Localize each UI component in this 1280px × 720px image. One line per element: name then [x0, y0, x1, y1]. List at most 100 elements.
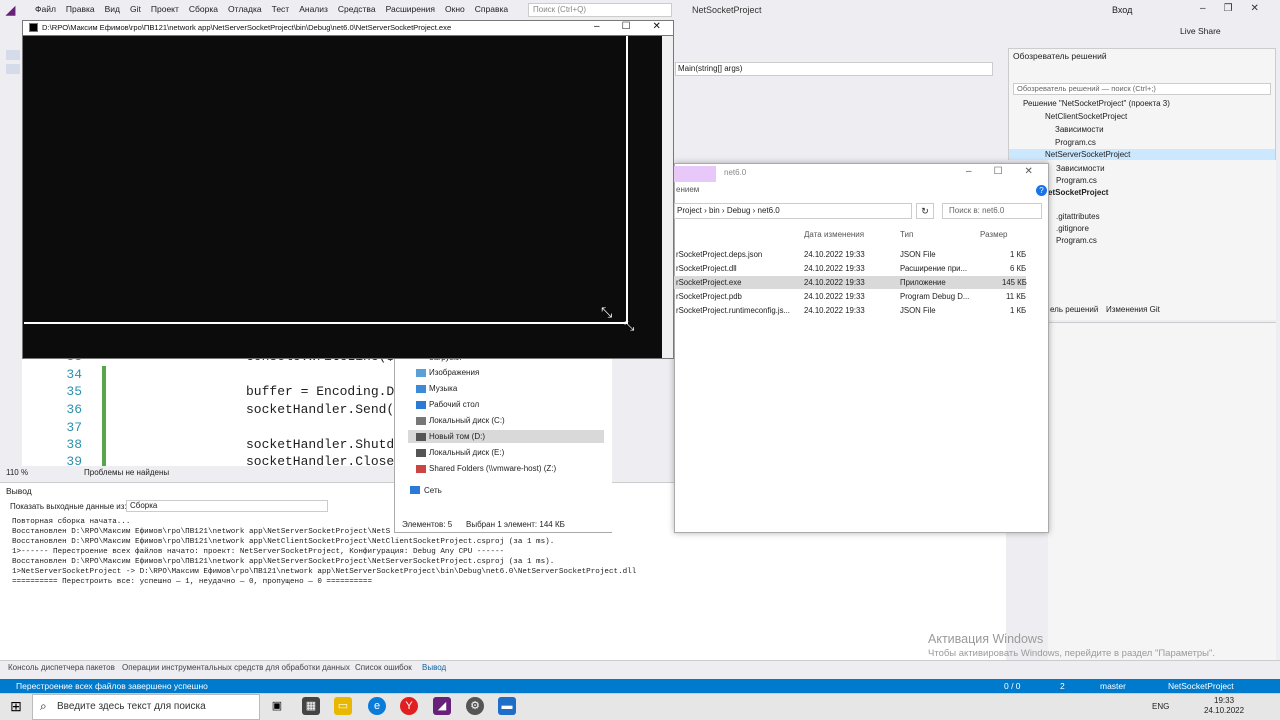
properties-panel [1048, 322, 1276, 662]
settings-app-icon[interactable]: ⚙ [466, 697, 484, 715]
menu-window[interactable]: Окно [440, 4, 470, 14]
crumb-bin[interactable]: bin [709, 206, 720, 215]
windows-start-icon[interactable]: ⊞ [0, 693, 32, 720]
nav-network[interactable]: Сеть [424, 486, 442, 495]
status-sync-count[interactable]: 0 / 0 [1004, 681, 1021, 691]
menu-debug[interactable]: Отладка [223, 4, 267, 14]
file-name[interactable]: rSocketProject.deps.json [676, 250, 762, 259]
close-icon[interactable]: ✕ [653, 21, 661, 32]
tree-item-program-cs-2[interactable]: Program.cs [1056, 176, 1097, 185]
nav-desktop[interactable]: Рабочий стол [429, 400, 479, 409]
tree-item-project[interactable]: etSocketProject [1048, 188, 1108, 197]
maximize-icon[interactable]: ☐ [622, 21, 631, 32]
tree-item-gitattributes[interactable]: .gitattributes [1056, 212, 1100, 221]
toolbox-tab[interactable] [6, 50, 20, 60]
output-source-select[interactable]: Сборка [126, 500, 328, 512]
close-icon[interactable]: ✕ [1025, 166, 1033, 177]
zoom-level[interactable]: 110 % [6, 468, 28, 477]
status-edits-count[interactable]: 2 [1060, 681, 1065, 691]
issues-indicator[interactable]: Проблемы не найдены [84, 468, 169, 477]
method-navigation-dropdown[interactable]: Main(string[] args) [675, 62, 993, 76]
help-icon[interactable]: ? [1036, 185, 1047, 196]
signin-link[interactable]: Вход [1112, 5, 1132, 15]
menu-tools[interactable]: Средства [333, 4, 381, 14]
menu-test[interactable]: Тест [267, 4, 295, 14]
close-icon[interactable]: ✕ [1251, 3, 1259, 14]
nav-drive-d[interactable]: Новый том (D:) [429, 432, 485, 441]
console-scrollbar[interactable] [662, 36, 673, 358]
task-view-icon[interactable]: ▣ [268, 697, 286, 715]
liveshare-button[interactable]: Live Share [1180, 26, 1221, 36]
tree-item-client-project[interactable]: NetClientSocketProject [1045, 112, 1127, 121]
status-branch[interactable]: master [1100, 681, 1126, 691]
status-message: Перестроение всех файлов завершено успеш… [16, 681, 208, 691]
yandex-icon[interactable]: Y [400, 697, 418, 715]
minimize-icon[interactable]: – [594, 21, 600, 32]
menu-file[interactable]: Файл [30, 4, 61, 14]
col-header-type[interactable]: Тип [900, 230, 913, 239]
address-bar[interactable]: Project › bin › Debug › net6.0 [674, 203, 912, 219]
solution-search-input[interactable]: Обозреватель решений — поиск (Ctrl+;) [1013, 83, 1271, 95]
nav-shared-folders[interactable]: Shared Folders (\\vmware-host) (Z:) [429, 464, 556, 473]
vs-search-input[interactable]: Поиск (Ctrl+Q) [528, 3, 672, 17]
code-line[interactable]: socketHandler.Send( [246, 402, 394, 417]
resize-arrows-icon: ⤡ [601, 304, 613, 320]
refresh-icon[interactable]: ↻ [916, 203, 934, 219]
ribbon-label[interactable]: ением [676, 185, 699, 194]
menu-help[interactable]: Справка [470, 4, 513, 14]
menu-git[interactable]: Git [125, 4, 146, 14]
tab-output[interactable]: Вывод [422, 663, 446, 672]
visual-studio-icon[interactable]: ◢ [433, 697, 451, 715]
explorer-search-input[interactable]: Поиск в: net6.0 [942, 203, 1042, 219]
code-line[interactable]: buffer = Encoding.D [246, 384, 394, 399]
code-line[interactable]: socketHandler.Shutd [246, 437, 394, 452]
tab-package-manager[interactable]: Консоль диспетчера пакетов [8, 663, 115, 672]
status-project[interactable]: NetSocketProject [1168, 681, 1234, 691]
tab-error-list[interactable]: Список ошибок [355, 663, 412, 672]
file-explorer-icon[interactable]: ▭ [334, 697, 352, 715]
file-name[interactable]: rSocketProject.runtimeconfig.js... [676, 306, 790, 315]
tree-item-solution[interactable]: Решение "NetSocketProject" (проекта 3) [1023, 99, 1170, 108]
drive-icon [416, 449, 426, 457]
edge-icon[interactable]: e [368, 697, 386, 715]
minimize-icon[interactable]: – [1200, 3, 1206, 14]
maximize-icon[interactable]: ☐ [994, 166, 1003, 177]
tree-item-dependencies[interactable]: Зависимости [1055, 125, 1104, 134]
nav-pictures[interactable]: Изображения [429, 368, 479, 377]
ribbon-tab-manage[interactable] [674, 166, 716, 182]
minimize-icon[interactable]: – [966, 166, 972, 177]
store-icon[interactable]: ▦ [302, 697, 320, 715]
tab-git-changes[interactable]: Изменения Git [1106, 305, 1160, 314]
col-header-size[interactable]: Размер [980, 230, 1008, 239]
tree-item-program-cs[interactable]: Program.cs [1055, 138, 1096, 147]
nav-drive-c[interactable]: Локальный диск (C:) [429, 416, 505, 425]
file-name[interactable]: rSocketProject.exe [676, 278, 741, 287]
crumb-project[interactable]: Project [677, 206, 702, 215]
tab-solution-explorer[interactable]: ель решений [1050, 305, 1098, 314]
menu-project[interactable]: Проект [146, 4, 184, 14]
file-name[interactable]: rSocketProject.pdb [676, 292, 742, 301]
console-app-icon[interactable]: ▬ [498, 697, 516, 715]
nav-drive-e[interactable]: Локальный диск (E:) [429, 448, 504, 457]
taskbar-clock[interactable]: 19:33 24.10.2022 [1204, 696, 1244, 716]
console-output-area[interactable] [24, 36, 628, 324]
tree-item-gitignore[interactable]: .gitignore [1056, 224, 1089, 233]
crumb-net6[interactable]: net6.0 [758, 206, 780, 215]
tree-item-program-cs-3[interactable]: Program.cs [1056, 236, 1097, 245]
menu-view[interactable]: Вид [100, 4, 125, 14]
crumb-debug[interactable]: Debug [727, 206, 751, 215]
taskbar-search-input[interactable]: Введите здесь текст для поиска [32, 694, 260, 720]
file-name[interactable]: rSocketProject.dll [676, 264, 737, 273]
menu-analyze[interactable]: Анализ [294, 4, 333, 14]
menu-edit[interactable]: Правка [61, 4, 100, 14]
tree-item-dependencies-2[interactable]: Зависимости [1056, 164, 1105, 173]
menu-build[interactable]: Сборка [184, 4, 223, 14]
col-header-date[interactable]: Дата изменения [804, 230, 864, 239]
menu-extensions[interactable]: Расширения [381, 4, 440, 14]
tree-item-server-project[interactable]: NetServerSocketProject [1045, 150, 1130, 159]
language-indicator[interactable]: ENG [1152, 702, 1169, 711]
tab-data-tools[interactable]: Операции инструментальных средств для об… [122, 663, 350, 672]
server-explorer-tab[interactable] [6, 64, 20, 74]
maximize-icon[interactable]: ❐ [1224, 3, 1233, 14]
nav-music[interactable]: Музыка [429, 384, 457, 393]
